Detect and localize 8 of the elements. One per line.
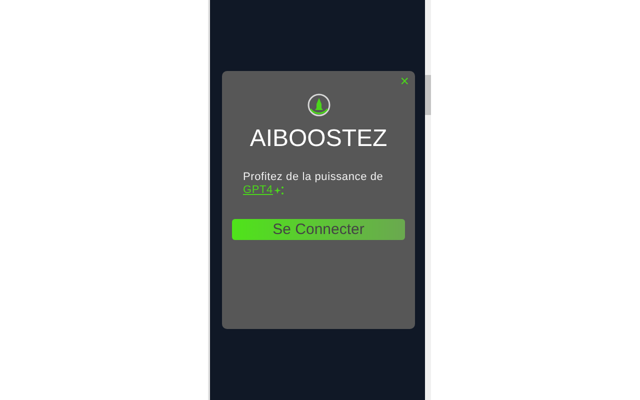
scrollbar[interactable] <box>425 0 431 400</box>
gpt4-link[interactable]: GPT4 <box>243 184 273 197</box>
rocket-icon <box>306 93 330 117</box>
tagline: Profitez de la puissance de <box>243 171 384 183</box>
app-title: AIBOOSTEZ <box>250 125 388 153</box>
sparkle-icon <box>274 186 284 195</box>
connect-button[interactable]: Se Connecter <box>232 219 405 240</box>
close-button[interactable]: × <box>398 74 411 90</box>
